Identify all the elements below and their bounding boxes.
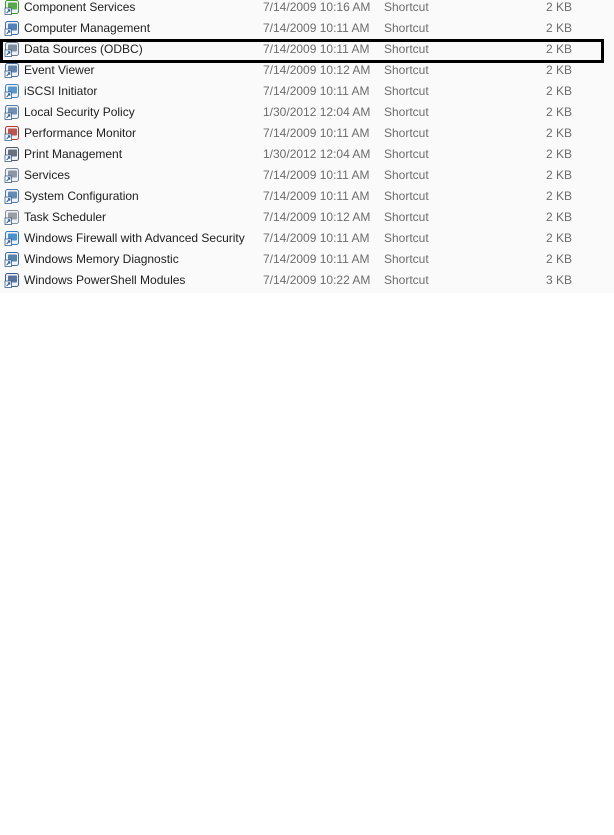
file-type: Shortcut — [384, 42, 429, 56]
file-name: Data Sources (ODBC) — [24, 42, 143, 56]
print-management-icon — [4, 146, 20, 162]
file-list: Component Services 7/14/2009 10:16 AM Sh… — [0, 0, 614, 293]
file-type: Shortcut — [384, 126, 429, 140]
file-name: Performance Monitor — [24, 126, 137, 140]
file-date-modified: 7/14/2009 10:11 AM — [263, 84, 370, 98]
file-row[interactable]: Component Services 7/14/2009 10:16 AM Sh… — [0, 0, 614, 18]
file-row[interactable]: Performance Monitor 7/14/2009 10:11 AM S… — [0, 123, 614, 144]
file-date-modified: 7/14/2009 10:11 AM — [263, 231, 370, 245]
event-viewer-icon — [4, 62, 20, 78]
file-type: Shortcut — [384, 168, 429, 182]
powershell-modules-icon — [4, 272, 20, 288]
file-name: Computer Management — [24, 21, 151, 35]
file-row[interactable]: Windows Memory Diagnostic 7/14/2009 10:1… — [0, 249, 614, 270]
file-date-modified: 7/14/2009 10:12 AM — [263, 210, 371, 224]
file-date-modified: 1/30/2012 12:04 AM — [263, 105, 371, 119]
file-size: 2 KB — [546, 84, 573, 98]
system-configuration-icon — [4, 188, 20, 204]
file-name: Component Services — [24, 0, 136, 14]
local-security-policy-icon — [4, 104, 20, 120]
file-row[interactable]: Task Scheduler 7/14/2009 10:12 AM Shortc… — [0, 207, 614, 228]
file-size: 2 KB — [546, 252, 573, 266]
file-size: 2 KB — [546, 105, 573, 119]
file-row[interactable]: System Configuration 7/14/2009 10:11 AM … — [0, 186, 614, 207]
file-row[interactable]: Windows PowerShell Modules 7/14/2009 10:… — [0, 270, 614, 291]
performance-monitor-icon — [4, 125, 20, 141]
file-size: 2 KB — [546, 189, 573, 203]
task-scheduler-icon — [4, 209, 20, 225]
file-type: Shortcut — [384, 84, 429, 98]
file-name: System Configuration — [24, 189, 139, 203]
file-type: Shortcut — [384, 231, 429, 245]
file-type: Shortcut — [384, 0, 429, 14]
file-type: Shortcut — [384, 147, 429, 161]
file-date-modified: 7/14/2009 10:11 AM — [263, 42, 370, 56]
file-row[interactable]: Event Viewer 7/14/2009 10:12 AM Shortcut… — [0, 60, 614, 81]
file-row[interactable]: Print Management 1/30/2012 12:04 AM Shor… — [0, 144, 614, 165]
file-date-modified: 7/14/2009 10:11 AM — [263, 189, 370, 203]
file-name: Windows Firewall with Advanced Security — [24, 231, 245, 245]
file-date-modified: 7/14/2009 10:11 AM — [263, 168, 370, 182]
file-type: Shortcut — [384, 21, 429, 35]
memory-diagnostic-icon — [4, 251, 20, 267]
file-type: Shortcut — [384, 210, 429, 224]
file-size: 2 KB — [546, 0, 573, 14]
file-row[interactable]: Computer Management 7/14/2009 10:11 AM S… — [0, 18, 614, 39]
file-size: 2 KB — [546, 21, 573, 35]
data-sources-icon — [4, 41, 20, 57]
file-size: 2 KB — [546, 147, 573, 161]
iscsi-initiator-icon — [4, 83, 20, 99]
component-services-icon — [4, 0, 20, 15]
file-name: Print Management — [24, 147, 123, 161]
file-size: 2 KB — [546, 231, 573, 245]
services-icon — [4, 167, 20, 183]
file-row[interactable]: iSCSI Initiator 7/14/2009 10:11 AM Short… — [0, 81, 614, 102]
file-date-modified: 7/14/2009 10:22 AM — [263, 273, 371, 287]
file-name: iSCSI Initiator — [24, 84, 98, 98]
file-name: Services — [24, 168, 71, 182]
file-row[interactable]: Windows Firewall with Advanced Security … — [0, 228, 614, 249]
file-date-modified: 7/14/2009 10:11 AM — [263, 126, 370, 140]
file-name: Windows Memory Diagnostic — [24, 252, 179, 266]
file-row[interactable]: Services 7/14/2009 10:11 AM Shortcut 2 K… — [0, 165, 614, 186]
file-date-modified: 1/30/2012 12:04 AM — [263, 147, 371, 161]
file-type: Shortcut — [384, 273, 429, 287]
file-type: Shortcut — [384, 189, 429, 203]
file-row[interactable]: Local Security Policy 1/30/2012 12:04 AM… — [0, 102, 614, 123]
file-name: Windows PowerShell Modules — [24, 273, 186, 287]
computer-management-icon — [4, 20, 20, 36]
windows-firewall-icon — [4, 230, 20, 246]
file-name: Local Security Policy — [24, 105, 135, 119]
file-size: 2 KB — [546, 168, 573, 182]
file-size: 2 KB — [546, 42, 573, 56]
file-size: 3 KB — [546, 273, 573, 287]
file-date-modified: 7/14/2009 10:12 AM — [263, 63, 371, 77]
file-name: Task Scheduler — [24, 210, 107, 224]
file-type: Shortcut — [384, 63, 429, 77]
file-date-modified: 7/14/2009 10:11 AM — [263, 252, 370, 266]
file-size: 2 KB — [546, 126, 573, 140]
file-name: Event Viewer — [24, 63, 95, 77]
file-date-modified: 7/14/2009 10:16 AM — [263, 0, 371, 14]
file-date-modified: 7/14/2009 10:11 AM — [263, 21, 370, 35]
file-size: 2 KB — [546, 210, 573, 224]
file-type: Shortcut — [384, 105, 429, 119]
file-size: 2 KB — [546, 63, 573, 77]
file-type: Shortcut — [384, 252, 429, 266]
